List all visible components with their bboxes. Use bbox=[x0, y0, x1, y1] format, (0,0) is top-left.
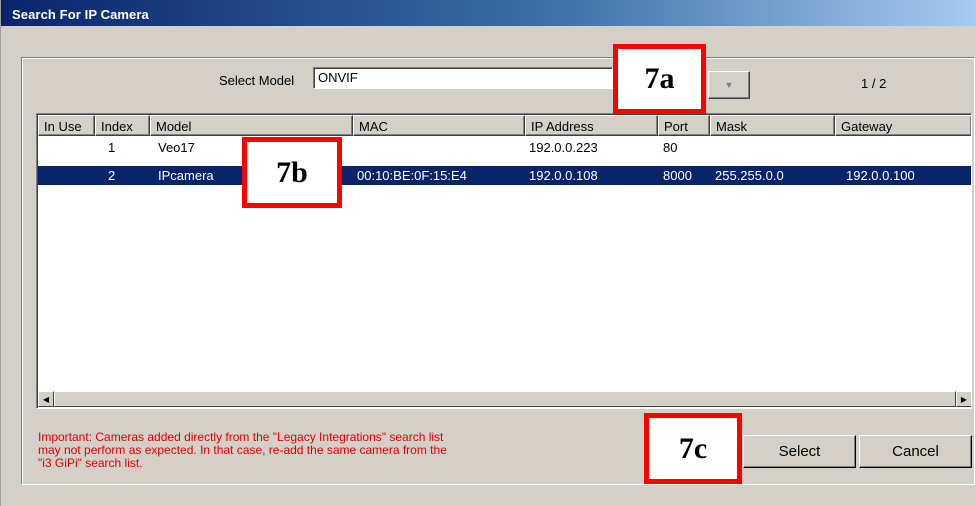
column-port[interactable]: Port bbox=[658, 115, 710, 136]
warning-line: "i3 GiPi" search list. bbox=[38, 456, 143, 470]
cell-index: 2 bbox=[108, 168, 116, 183]
table-row[interactable]: 1 Veo17 192.0.0.223 80 bbox=[38, 138, 971, 157]
cell-port: 80 bbox=[663, 140, 678, 155]
list-header: In Use Index Model MAC IP Address Port M… bbox=[38, 115, 971, 136]
callout-7b: 7b bbox=[242, 137, 342, 208]
table-row-selected[interactable]: 2 IPcamera 00:10:BE:0F:15:E4 192.0.0.108… bbox=[38, 166, 971, 185]
column-index[interactable]: Index bbox=[95, 115, 150, 136]
column-in-use[interactable]: In Use bbox=[38, 115, 95, 136]
callout-7c: 7c bbox=[644, 413, 742, 484]
cancel-button[interactable]: Cancel bbox=[859, 435, 972, 468]
page-indicator: 1 / 2 bbox=[861, 76, 887, 91]
title-bar: Search For IP Camera bbox=[1, 0, 976, 26]
chevron-down-icon: ▼ bbox=[724, 80, 734, 90]
arrow-right-icon: ▶ bbox=[960, 394, 968, 404]
column-ip-address[interactable]: IP Address bbox=[525, 115, 658, 136]
cell-port: 8000 bbox=[663, 168, 692, 183]
model-select[interactable]: ONVIF bbox=[313, 67, 613, 89]
select-button[interactable]: Select bbox=[743, 435, 856, 468]
cell-model: Veo17 bbox=[158, 140, 195, 155]
cell-mac: 00:10:BE:0F:15:E4 bbox=[357, 168, 467, 183]
column-gateway[interactable]: Gateway bbox=[835, 115, 971, 136]
dialog-window: Search For IP Camera Select Model ONVIF … bbox=[0, 0, 976, 506]
column-model[interactable]: Model bbox=[150, 115, 353, 136]
cell-ip-address: 192.0.0.223 bbox=[529, 140, 598, 155]
cell-ip-address: 192.0.0.108 bbox=[529, 168, 598, 183]
model-dropdown-button[interactable]: ▼ bbox=[708, 71, 750, 99]
scroll-left-button[interactable]: ◀ bbox=[38, 391, 54, 407]
cell-index: 1 bbox=[108, 140, 116, 155]
cell-gateway: 192.0.0.100 bbox=[846, 168, 915, 183]
scrollbar-thumb[interactable] bbox=[54, 391, 956, 407]
warning-message: Important: Cameras added directly from t… bbox=[38, 431, 598, 470]
column-mask[interactable]: Mask bbox=[710, 115, 835, 136]
callout-7a: 7a bbox=[613, 44, 706, 114]
scroll-right-button[interactable]: ▶ bbox=[956, 391, 971, 407]
arrow-left-icon: ◀ bbox=[42, 394, 50, 404]
column-mac[interactable]: MAC bbox=[353, 115, 525, 136]
horizontal-scrollbar[interactable]: ◀ ▶ bbox=[38, 391, 971, 407]
camera-list[interactable]: In Use Index Model MAC IP Address Port M… bbox=[36, 113, 972, 409]
select-model-label: Select Model bbox=[219, 73, 295, 88]
cell-mask: 255.255.0.0 bbox=[715, 168, 784, 183]
cell-model: IPcamera bbox=[158, 168, 214, 183]
